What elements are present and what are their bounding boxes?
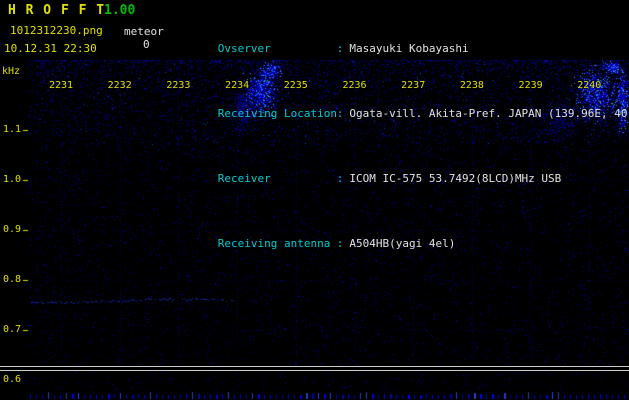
info-row-observer: Ovserver: Masayuki Kobayashi (178, 29, 629, 68)
info-label: Receiving antenna (217, 237, 331, 250)
freq-label: 0.6 (3, 374, 22, 385)
time-label: 2233 (166, 80, 191, 91)
app-version: 1.00 (104, 3, 136, 18)
meteor-counter-value: 0 (143, 38, 150, 51)
app-title: H R O F F T (8, 3, 106, 18)
divider-line-lower (0, 370, 629, 371)
freq-label: 0.8 (3, 274, 22, 285)
freq-label: 1.0 (3, 174, 22, 185)
freq-label: 0.7 (3, 324, 22, 335)
info-value: Ogata-vill. Akita-Pref. JAPAN (139.96E, … (349, 107, 629, 120)
info-separator: : (336, 107, 344, 120)
info-row-location: Receiving Location: Ogata-vill. Akita-Pre… (178, 94, 629, 133)
freq-label: 0.9 (3, 224, 22, 235)
time-label: 2237 (401, 80, 426, 91)
station-info: Ovserver: Masayuki Kobayashi Receiving Lo… (178, 3, 629, 289)
timestamp: 10.12.31 22:30 (4, 42, 97, 55)
time-label: 2238 (459, 80, 484, 91)
time-label: 2231 (48, 80, 74, 91)
info-separator: : (336, 42, 344, 55)
time-label: 2240 (577, 80, 602, 91)
info-separator: : (336, 172, 344, 185)
freq-label: 1.1 (3, 124, 22, 135)
info-value: Masayuki Kobayashi (349, 42, 469, 55)
output-filename: 1012312230.png (10, 24, 103, 37)
hrofft-window: H R O F F T 1.00 1012312230.png meteor 0… (0, 0, 629, 400)
meteor-counter-label: meteor (124, 25, 164, 38)
info-row-antenna: Receiving antenna: A504HB(yagi 4el) (178, 224, 629, 263)
info-label: Receiving Location (217, 107, 337, 120)
info-row-receiver: Receiver: ICOM IC-575 53.7492(8LCD)MHz US… (178, 159, 629, 198)
time-label: 2235 (283, 80, 308, 91)
info-label: Receiver (217, 172, 271, 185)
info-value: ICOM IC-575 53.7492(8LCD)MHz USB (349, 172, 562, 185)
info-value: A504HB(yagi 4el) (349, 237, 456, 250)
time-label: 2234 (225, 80, 250, 91)
freq-axis-unit: kHz (2, 66, 21, 77)
divider-line-upper (0, 366, 629, 367)
time-label: 2232 (107, 80, 132, 91)
time-label: 2239 (518, 80, 543, 91)
info-label: Ovserver (217, 42, 271, 55)
info-separator: : (336, 237, 344, 250)
time-label: 2236 (342, 80, 367, 91)
